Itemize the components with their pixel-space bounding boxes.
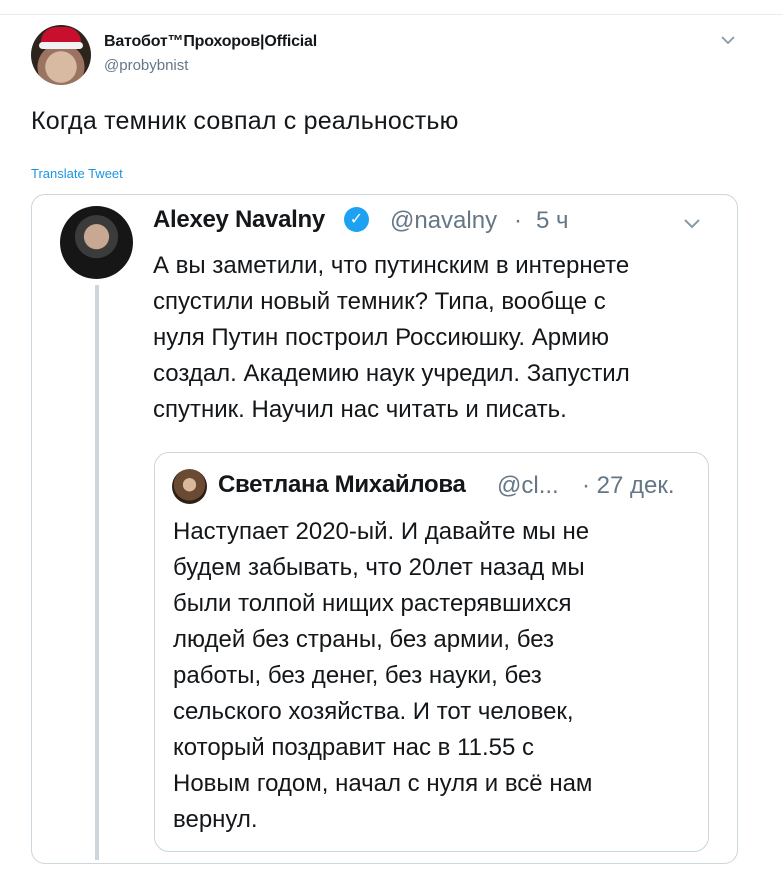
nested-author-handle[interactable]: @cl... — [497, 472, 559, 500]
quoted-tweet-text: А вы заметили, что путинским в интернете… — [153, 248, 728, 428]
translate-tweet-link[interactable]: Translate Tweet — [31, 166, 123, 181]
quoted-avatar[interactable] — [60, 206, 133, 279]
top-divider — [0, 0, 783, 15]
chevron-down-icon[interactable] — [720, 34, 736, 46]
author-name[interactable]: Ватобот™Прохоров|Official — [104, 33, 317, 51]
nested-tweet-text: Наступает 2020-ый. И давайте мы не будем… — [173, 514, 693, 838]
text-line: вернул. — [173, 806, 258, 833]
nested-avatar[interactable] — [172, 469, 207, 504]
quoted-timestamp[interactable]: 5 ч — [536, 207, 569, 235]
quoted-author-handle[interactable]: @navalny — [390, 207, 497, 235]
tweet-text: Когда темник совпал с реальностью — [31, 107, 459, 135]
text-line: нуля Путин построил Россиюшку. Армию — [153, 324, 609, 351]
quoted-author-name[interactable]: Alexey Navalny — [153, 206, 325, 234]
santa-hat-icon — [39, 27, 83, 49]
text-line: Новым годом, начал с нуля и всё нам — [173, 770, 593, 797]
text-line: спутник. Научил нас читать и писать. — [153, 396, 567, 423]
verified-badge-icon: ✓ — [344, 207, 369, 232]
text-line: работы, без денег, без науки, без — [173, 662, 542, 689]
text-line: спустили новый темник? Типа, вообще с — [153, 288, 606, 315]
text-line: людей без страны, без армии, без — [173, 626, 555, 653]
author-handle[interactable]: @probybnist — [104, 57, 188, 74]
text-line: который поздравит нас в 11.55 с — [173, 734, 535, 761]
text-line: будем забывать, что 20лет назад мы — [173, 554, 585, 581]
text-line: сельского хозяйства. И тот человек, — [173, 698, 574, 725]
chevron-down-icon[interactable] — [682, 216, 702, 230]
quoted-separator: · — [514, 207, 522, 234]
avatar[interactable] — [31, 25, 91, 85]
nested-date: · 27 дек. — [582, 472, 675, 499]
thread-line — [95, 285, 99, 860]
text-line: Наступает 2020-ый. И давайте мы не — [173, 518, 590, 545]
nested-author-name[interactable]: Светлана Михайлова — [218, 471, 466, 499]
text-line: были толпой нищих растерявшихся — [173, 590, 572, 617]
text-line: создал. Академию наук учредил. Запустил — [153, 360, 630, 387]
text-line: А вы заметили, что путинским в интернете — [153, 252, 630, 279]
